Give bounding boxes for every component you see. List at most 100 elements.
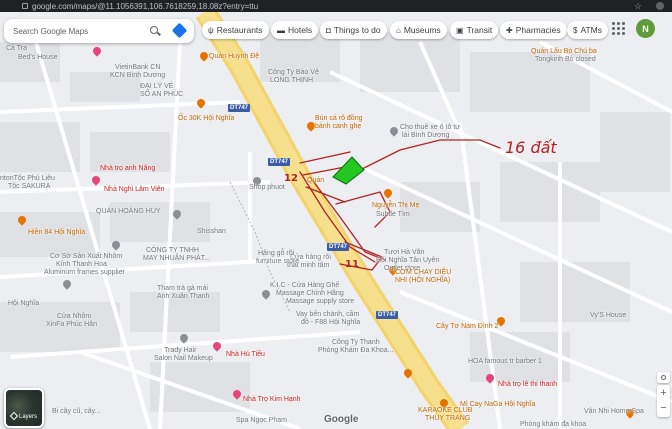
annotation-label: 16 đất xyxy=(505,138,557,157)
place-label[interactable]: K.I.C - Cửa Hàng Ghế xyxy=(270,282,339,290)
place-label[interactable]: đồ - F88 Hội Nghĩa xyxy=(301,319,360,327)
place-label[interactable]: Nhà trọ anh Năng xyxy=(100,165,155,173)
google-logo: Google xyxy=(324,414,359,425)
search-icon[interactable] xyxy=(150,26,158,34)
place-label[interactable]: Bi cây cũ, cây... xyxy=(52,408,101,416)
place-label[interactable]: Mì Cay NaGa Hội Nghĩa xyxy=(460,401,535,409)
zoom-control: + − xyxy=(657,385,670,417)
place-label[interactable]: Cà Tra xyxy=(6,45,27,53)
annotation-number-12: 12 xyxy=(284,173,298,184)
satellite-thumbnail xyxy=(6,390,42,426)
star-icon[interactable]: ☆ xyxy=(634,0,642,12)
location-icon xyxy=(661,375,666,380)
place-label[interactable]: MAY NHUẬN PHÁT... xyxy=(143,255,210,263)
place-label[interactable]: Tongkinh Bò closed xyxy=(535,56,596,64)
place-label[interactable]: Cho thuê xe ô tô tự xyxy=(400,124,460,132)
place-label[interactable]: Quán Lẩu Bò Chú ba xyxy=(531,48,597,56)
place-label[interactable]: Công Ty Bảo Vệ xyxy=(268,69,319,77)
zoom-in-button[interactable]: + xyxy=(657,385,670,401)
place-label[interactable]: Bún cá rô đồng xyxy=(315,115,362,123)
place-label[interactable]: lái Bình Dương xyxy=(402,132,449,140)
place-label[interactable]: VietinBank CN xyxy=(115,64,160,72)
profile-icon[interactable] xyxy=(656,2,664,10)
place-label[interactable]: Salon Nail Makeup xyxy=(154,355,213,363)
place-label[interactable]: HOA famous tr barber 1 xyxy=(468,358,542,366)
lock-icon xyxy=(22,3,28,9)
fork-knife-icon: ψ xyxy=(208,25,214,35)
chip-museums[interactable]: ⌂ Museums xyxy=(390,21,447,39)
place-label[interactable]: Trady Hair xyxy=(164,347,196,355)
place-label[interactable]: SỐ AN PHÚC xyxy=(140,91,183,99)
chip-pharmacies[interactable]: ✚ Pharmacies xyxy=(500,21,567,39)
place-label[interactable]: XinFa Phúc Hân xyxy=(46,321,97,329)
place-label[interactable]: Shop phuot xyxy=(249,184,285,192)
place-label[interactable]: Nhà Hủ Tiếu xyxy=(226,351,265,359)
place-label[interactable]: ntonTộc Phú Liêu xyxy=(0,175,55,183)
chip-hotels[interactable]: ▬ Hotels xyxy=(271,21,319,39)
place-label[interactable]: Nguyễn Thị Mẹ xyxy=(372,202,419,210)
place-label[interactable]: Tộc SAKURA xyxy=(8,183,50,191)
place-label[interactable]: Shisshan xyxy=(197,228,226,236)
browser-address-bar: google.com/maps/@11.1056391,106.7618259,… xyxy=(0,0,672,12)
chip-atms[interactable]: $ ATMs xyxy=(567,21,609,39)
place-label[interactable]: LONG THỊNH xyxy=(270,77,313,85)
place-label[interactable]: Cửa Nhôm xyxy=(57,313,91,321)
hand-drawn-annotation xyxy=(299,139,501,271)
place-label[interactable]: Công Ty Thanh xyxy=(332,339,380,347)
place-label[interactable]: Hội Nghĩa Tân Uyên xyxy=(376,257,439,265)
chip-restaurants[interactable]: ψ Restaurants xyxy=(202,21,269,39)
place-label[interactable]: Anh Xuân Thanh xyxy=(157,293,209,301)
camera-icon: ◘ xyxy=(326,25,331,35)
place-label[interactable]: THÙY TRANG xyxy=(425,415,470,423)
directions-icon[interactable] xyxy=(171,22,188,39)
place-label[interactable]: Phòng khám đa khoa xyxy=(520,421,586,429)
place-label[interactable]: furniture store xyxy=(256,258,299,266)
place-label[interactable]: Nhà Trọ Kim Hạnh xyxy=(243,396,301,404)
place-label[interactable]: Hãng gỗ rõi xyxy=(258,250,294,258)
search-box xyxy=(4,19,194,43)
place-label[interactable]: Kính Thanh Hòa xyxy=(56,261,107,269)
place-label[interactable]: Nhà trọ lê thi thanh xyxy=(498,381,557,389)
place-label[interactable]: ĐẠI LÝ VÉ xyxy=(140,83,173,91)
place-label[interactable]: Cơ Sở Sản Xuất Nhôm xyxy=(50,253,122,261)
place-label[interactable]: Subtle Tìm xyxy=(376,211,410,219)
chip-things-to-do[interactable]: ◘ Things to do xyxy=(320,21,387,39)
place-label[interactable]: NHI (HỘI NGHĨA) xyxy=(395,277,450,285)
place-label[interactable]: Phòng Khám Đa Khoa... xyxy=(318,347,394,355)
layers-label: Layers xyxy=(19,414,38,420)
place-label[interactable]: Vân Nhi Home Spa xyxy=(584,408,644,416)
place-label[interactable]: Bed's House xyxy=(18,54,57,62)
place-label[interactable]: Nhà Nghỉ Lâm Viên xyxy=(104,186,165,194)
place-label[interactable]: Spa Ngọc Phạm xyxy=(236,417,287,425)
map-canvas[interactable]: 16 đất 12 11 DT747 DT747 DT747 DT747 Cà … xyxy=(0,12,672,429)
place-label[interactable]: Hiền 84 Hội Nghĩa xyxy=(28,229,85,237)
my-location-button[interactable] xyxy=(657,372,670,383)
place-label[interactable]: Quán xyxy=(307,177,324,185)
place-label[interactable]: KCN Bình Dương xyxy=(110,72,165,80)
search-input[interactable] xyxy=(13,26,143,36)
place-label[interactable]: Tươi Hà Văn xyxy=(384,249,424,257)
apps-grid-icon[interactable] xyxy=(612,22,626,36)
place-label[interactable]: Ốc 30K Hội Nghĩa xyxy=(178,115,234,123)
place-label[interactable]: Massage supply store xyxy=(286,298,354,306)
place-label[interactable]: bánh canh ghẹ xyxy=(315,123,361,131)
pill-icon: ✚ xyxy=(506,25,513,35)
place-label[interactable]: Cây Tơ Nam Đình 2 xyxy=(436,323,498,331)
road-badge: DT747 xyxy=(228,104,251,112)
place-label[interactable]: Massage Chính Hãng xyxy=(276,290,344,298)
place-label[interactable]: Quán Huỳnh Đệ xyxy=(209,53,259,61)
url-text[interactable]: google.com/maps/@11.1056391,106.7618259,… xyxy=(32,2,258,11)
layers-button[interactable]: Layers xyxy=(4,388,44,428)
annotation-number-11: 11 xyxy=(345,259,359,270)
place-label[interactable]: CƠM CHAY DIỆU xyxy=(395,269,451,277)
place-label[interactable]: Tham trà gà mái xyxy=(157,285,208,293)
place-label[interactable]: Hội Nghĩa xyxy=(8,300,39,308)
place-label[interactable]: Vy'S House xyxy=(590,312,626,320)
chip-transit[interactable]: ▣ Transit xyxy=(450,21,499,39)
zoom-out-button[interactable]: − xyxy=(657,401,670,417)
avatar[interactable]: N xyxy=(636,19,655,38)
place-label[interactable]: QUÁN HOÀNG HUY xyxy=(96,208,161,216)
place-label[interactable]: CÔNG TY TNHH xyxy=(146,247,199,255)
place-label[interactable]: Vay bến chành, cầm xyxy=(296,311,359,319)
place-label[interactable]: Aluminum frames supplier xyxy=(44,269,125,277)
